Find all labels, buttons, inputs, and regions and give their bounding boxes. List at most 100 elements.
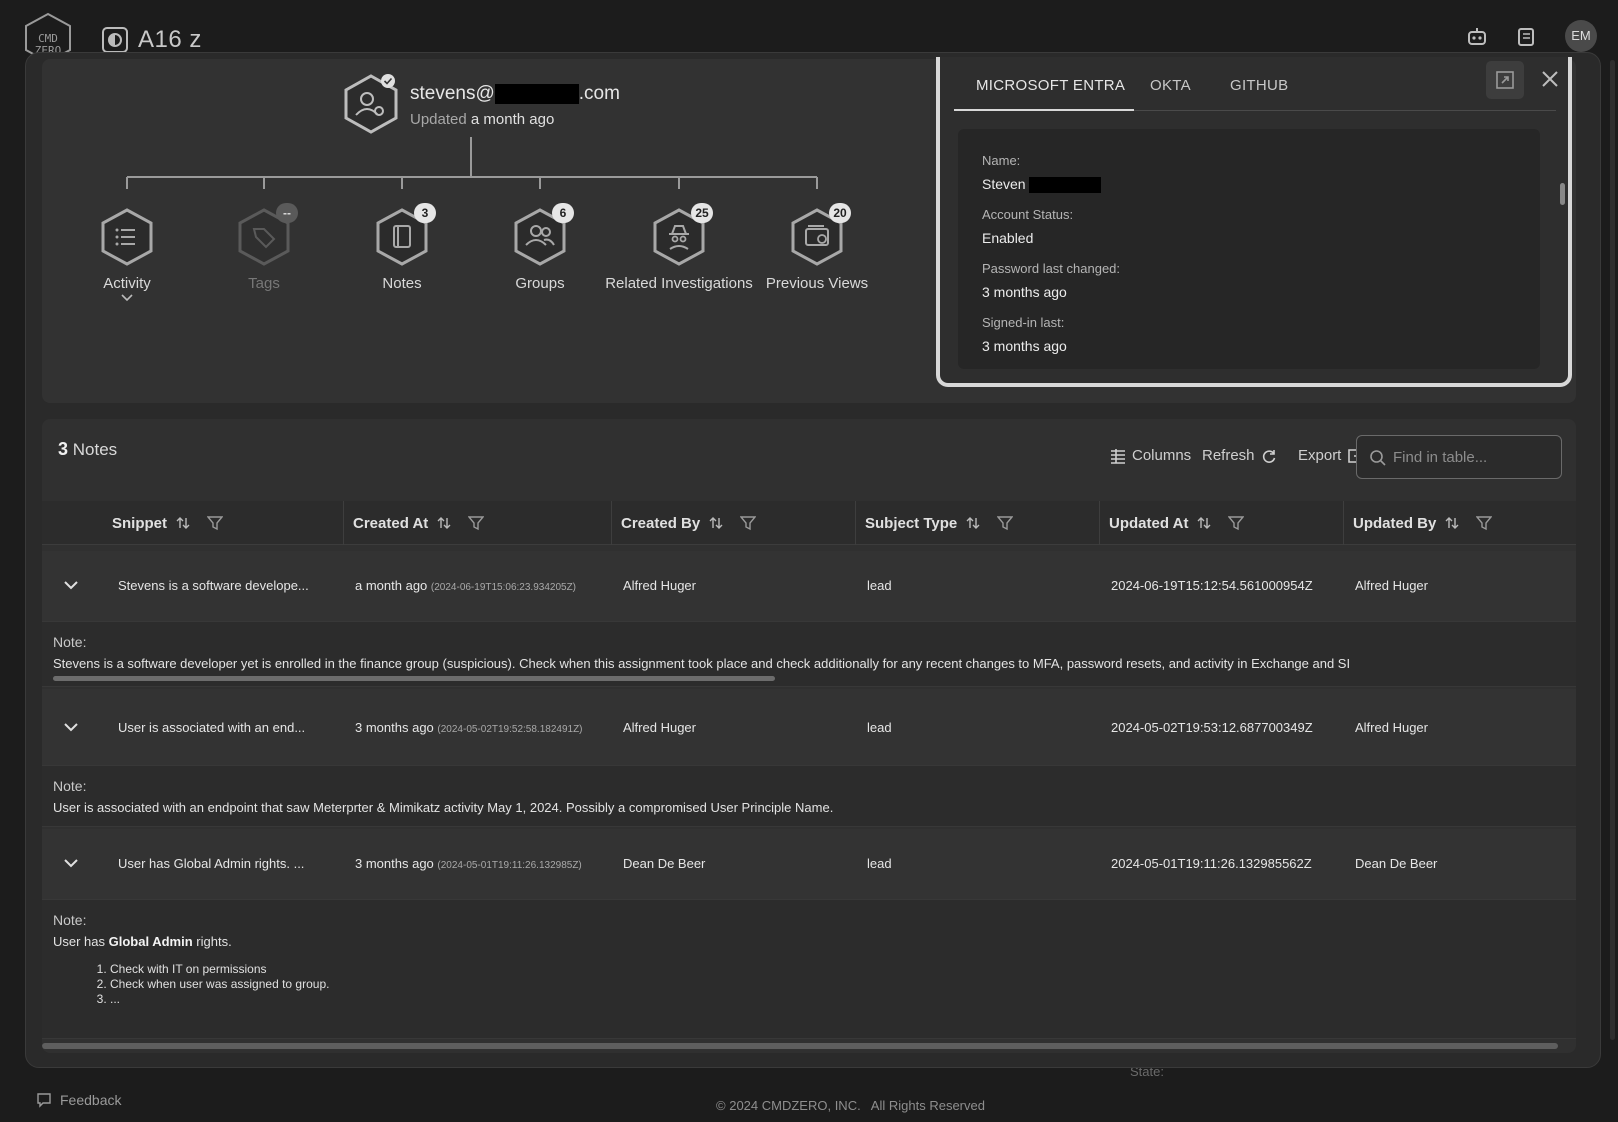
theme-toggle-icon[interactable]	[102, 27, 128, 53]
updated-prefix: Updated	[410, 111, 467, 128]
cell-subject-type: lead	[867, 578, 892, 593]
sort-icon[interactable]	[708, 515, 724, 531]
note-horizontal-scrollbar[interactable]	[53, 676, 775, 681]
user-profile-icon	[344, 74, 398, 134]
node-activity[interactable]: Activity	[47, 207, 207, 303]
sort-icon[interactable]	[175, 515, 191, 531]
tab-github[interactable]: GITHUB	[1230, 77, 1288, 94]
filter-icon[interactable]	[468, 515, 485, 531]
filter-icon[interactable]	[997, 515, 1014, 531]
copyright-icon: ©	[716, 1098, 726, 1113]
notes-title: 3 Notes	[58, 439, 117, 460]
field-value-signed-in: 3 months ago	[982, 338, 1067, 354]
node-related-investigations[interactable]: 25 Related Investigations	[599, 203, 759, 293]
note-label: Note:	[53, 634, 87, 650]
book-icon[interactable]	[1515, 26, 1537, 48]
column-header-snippet[interactable]: Snippet	[103, 501, 343, 545]
tab-microsoft-entra[interactable]: MICROSOFT ENTRA	[976, 77, 1125, 94]
cell-created-at: 3 months ago (2024-05-02T19:52:58.182491…	[355, 720, 583, 735]
note-text-prefix: User has	[53, 934, 109, 949]
list-item: Check with IT on permissions	[110, 962, 329, 977]
close-icon[interactable]	[1538, 67, 1562, 91]
field-label-password-changed: Password last changed:	[982, 261, 1121, 276]
node-notes[interactable]: 3 Notes	[322, 203, 482, 293]
chevron-down-icon[interactable]	[120, 293, 134, 303]
note-detail: Note: User has Global Admin rights. Chec…	[42, 899, 1576, 1039]
filter-icon[interactable]	[1228, 515, 1245, 531]
column-header-created-at[interactable]: Created At	[343, 501, 611, 545]
node-tags[interactable]: -- Tags	[184, 203, 344, 293]
cell-updated-by: Alfred Huger	[1355, 720, 1428, 735]
column-header-created-by[interactable]: Created By	[611, 501, 855, 545]
identity-provider-panel: MICROSOFT ENTRA OKTA GITHUB Name: Steven…	[936, 57, 1572, 387]
note-detail: Note: Stevens is a software developer ye…	[42, 621, 1576, 687]
table-row[interactable]: User is associated with an end... 3 mont…	[42, 689, 1576, 765]
field-label-account-status: Account Status:	[982, 207, 1074, 222]
export-label: Export	[1298, 447, 1342, 464]
list-icon	[101, 208, 153, 266]
refresh-label: Refresh	[1202, 447, 1255, 464]
list-item: Check when user was assigned to group.	[110, 977, 329, 992]
cell-updated-at: 2024-05-02T19:53:12.687700349Z	[1111, 720, 1313, 735]
email-suffix: .com	[578, 83, 620, 104]
notes-title-label: Notes	[72, 440, 118, 459]
node-groups[interactable]: 6 Groups	[460, 203, 620, 293]
org-name[interactable]: A16 z	[138, 26, 202, 54]
node-badge: --	[276, 203, 298, 223]
columns-label: Columns	[1132, 447, 1192, 464]
active-tab-indicator	[954, 109, 1134, 111]
cell-updated-by: Alfred Huger	[1355, 578, 1428, 593]
created-absolute: (2024-06-19T15:06:23.934205Z)	[430, 582, 577, 593]
table-row[interactable]: Stevens is a software develope... a mont…	[42, 551, 1576, 621]
column-header-subject-type[interactable]: Subject Type	[855, 501, 1099, 545]
column-header-updated-by[interactable]: Updated By	[1343, 501, 1576, 545]
cell-created-by: Dean De Beer	[623, 856, 706, 871]
user-avatar[interactable]: EM	[1565, 20, 1597, 52]
search-input[interactable]	[1393, 446, 1553, 468]
refresh-button[interactable]: Refresh	[1202, 447, 1277, 464]
feedback-label: Feedback	[60, 1092, 122, 1108]
created-relative: 3 months ago	[355, 856, 434, 871]
field-label-name: Name:	[982, 153, 1021, 168]
redacted-block	[494, 83, 579, 104]
cell-subject-type: lead	[867, 720, 892, 735]
filter-icon[interactable]	[740, 515, 757, 531]
notes-count: 3	[58, 439, 69, 459]
name-value: Steven	[982, 176, 1026, 192]
cell-created-by: Alfred Huger	[623, 578, 696, 593]
feedback-link[interactable]: Feedback	[36, 1092, 121, 1108]
created-relative: a month ago	[355, 578, 428, 593]
chevron-down-icon[interactable]	[62, 576, 80, 594]
node-label: Previous Views	[765, 275, 869, 292]
chevron-down-icon[interactable]	[62, 718, 80, 736]
field-value-account-status: Enabled	[982, 230, 1034, 246]
column-title: Snippet	[112, 514, 167, 532]
table-header: Snippet Created At Created By Subject Ty…	[42, 501, 1576, 545]
expand-button[interactable]	[1486, 61, 1524, 99]
column-header-updated-at[interactable]: Updated At	[1099, 501, 1343, 545]
chevron-down-icon[interactable]	[62, 854, 80, 872]
user-email: stevens@ .com	[410, 83, 620, 105]
node-label: Tags	[248, 275, 280, 292]
search-icon	[1370, 450, 1386, 466]
cell-created-by: Alfred Huger	[623, 720, 696, 735]
field-value-name: Steven	[982, 176, 1102, 194]
details-scrollbar[interactable]	[1560, 183, 1565, 205]
columns-button[interactable]: Columns	[1110, 447, 1191, 464]
sort-icon[interactable]	[436, 515, 452, 531]
table-horizontal-scrollbar[interactable]	[42, 1043, 1558, 1049]
cell-updated-at: 2024-06-19T15:12:54.561000954Z	[1111, 578, 1313, 593]
filter-icon[interactable]	[207, 515, 223, 531]
sort-icon[interactable]	[965, 515, 981, 531]
page-scrollbar[interactable]	[1610, 60, 1615, 1040]
list-item: ...	[110, 992, 329, 1007]
filter-icon[interactable]	[1476, 515, 1493, 531]
robot-icon[interactable]	[1466, 26, 1488, 48]
node-previous-views[interactable]: 20 Previous Views	[737, 203, 897, 293]
note-checklist: Check with IT on permissions Check when …	[94, 962, 329, 1007]
sort-icon[interactable]	[1196, 515, 1212, 531]
table-row[interactable]: User has Global Admin rights. ... 3 mont…	[42, 829, 1576, 899]
tab-okta[interactable]: OKTA	[1150, 77, 1191, 94]
sort-icon[interactable]	[1444, 515, 1460, 531]
cell-snippet: Stevens is a software develope...	[118, 578, 309, 593]
